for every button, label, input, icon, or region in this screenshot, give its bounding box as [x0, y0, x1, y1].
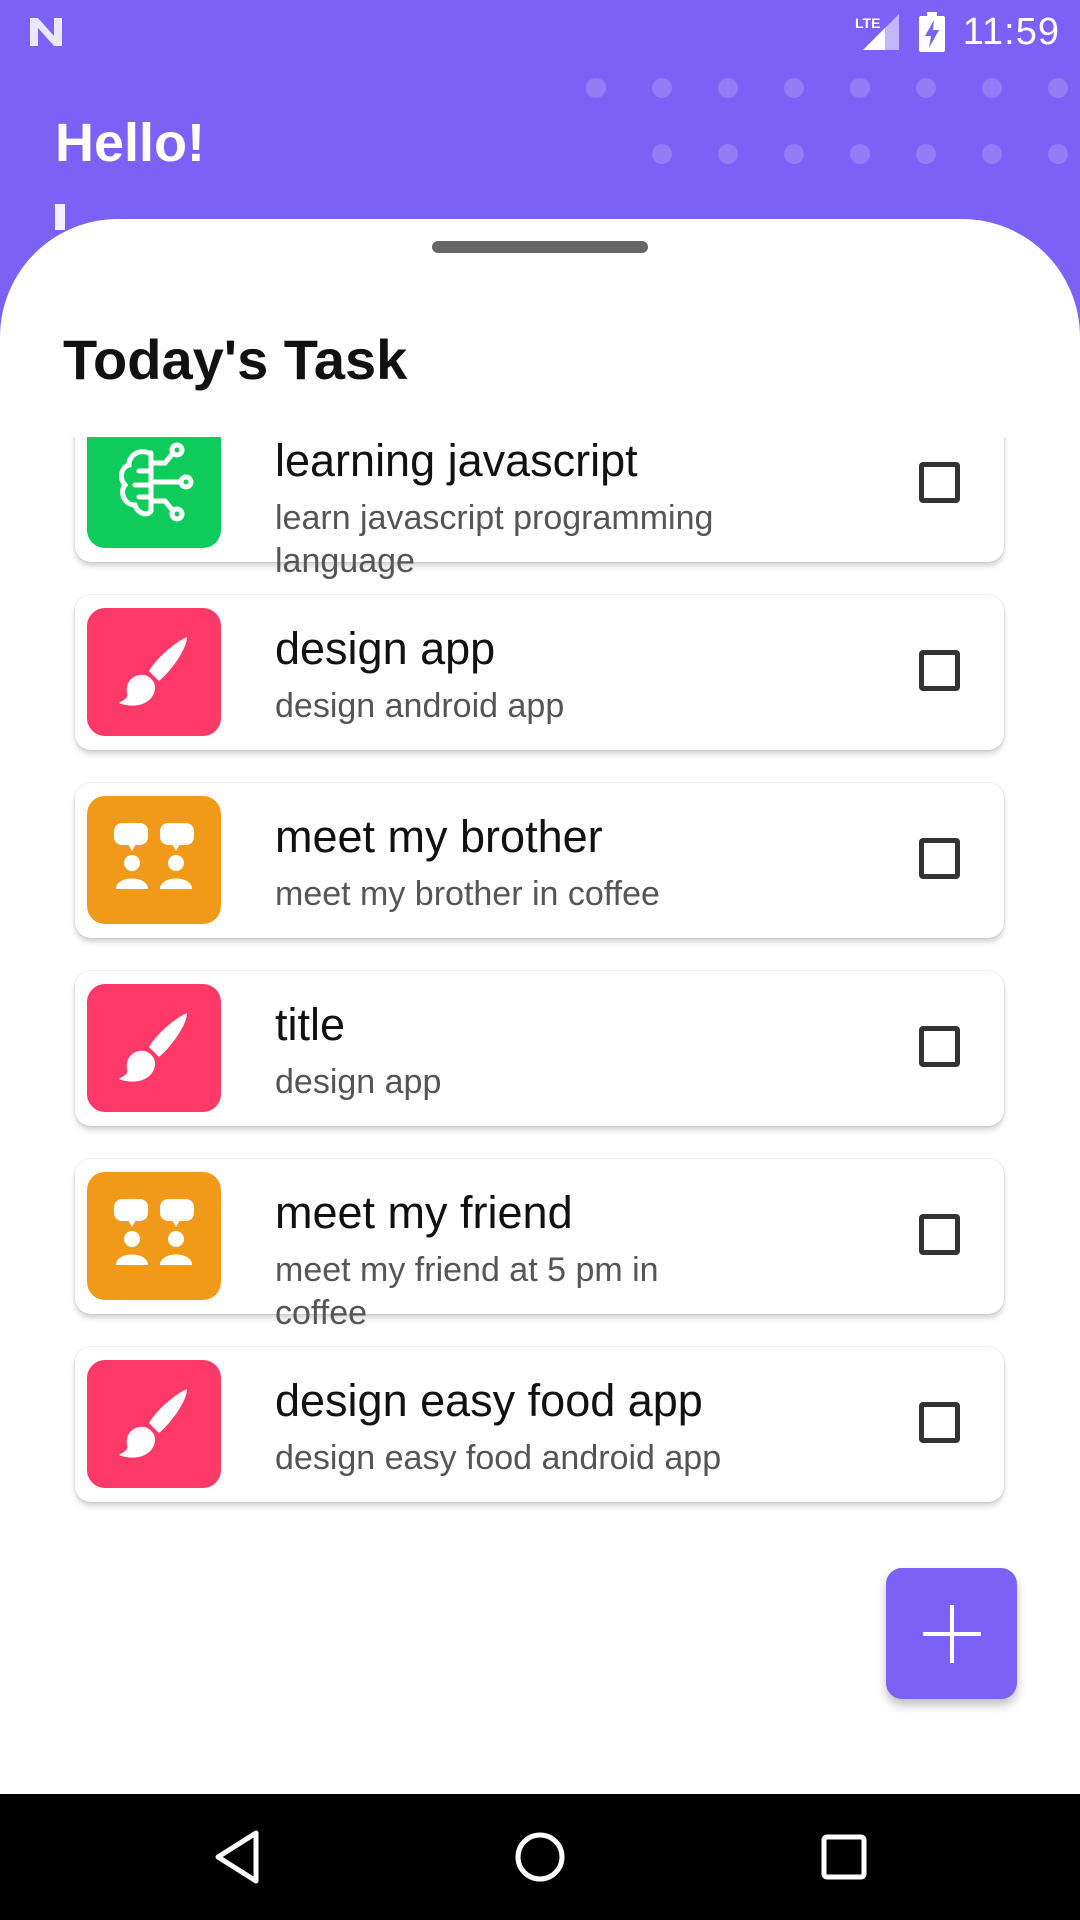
home-button[interactable] [508, 1825, 572, 1889]
task-card[interactable]: meet my brother meet my brother in coffee [75, 783, 1004, 938]
battery-charging-icon [918, 12, 945, 52]
people-chat-icon [106, 815, 202, 906]
task-checkbox[interactable] [919, 462, 960, 503]
section-title: Today's Task [63, 328, 408, 391]
task-checkbox[interactable] [919, 838, 960, 879]
task-title: learning javascript [275, 437, 638, 486]
header-dot [850, 78, 870, 98]
notification-n-icon [30, 18, 62, 46]
header-dot-pattern [586, 78, 1080, 198]
task-checkbox[interactable] [919, 1402, 960, 1443]
system-nav-bar [0, 1794, 1080, 1920]
task-title: meet my brother [275, 811, 603, 862]
task-card[interactable]: design app design android app [75, 595, 1004, 750]
brain-circuit-icon [111, 439, 197, 530]
task-icon-tile [87, 984, 221, 1112]
plus-icon [922, 1604, 981, 1663]
back-icon [215, 1830, 259, 1884]
back-button[interactable] [205, 1825, 269, 1889]
header-dot [718, 78, 738, 98]
task-icon-tile [87, 1172, 221, 1300]
task-description: learn javascript programming language [275, 499, 714, 580]
header-dot [784, 144, 804, 164]
home-icon [515, 1832, 565, 1882]
people-chat-icon [106, 1191, 202, 1282]
header-dot [718, 144, 738, 164]
paint-brush-icon [111, 627, 197, 718]
task-description: design easy food android app [275, 1439, 722, 1477]
task-title: title [275, 999, 346, 1050]
header-dot [652, 78, 672, 98]
status-bar: LTE 11:59 [0, 0, 1080, 64]
task-card[interactable]: title design app [75, 971, 1004, 1126]
task-sheet: Today's Task learning javascript learn ja… [0, 219, 1080, 1794]
lte-signal-icon: LTE [855, 14, 899, 50]
task-checkbox[interactable] [919, 1026, 960, 1067]
greeting-subtext-partial [55, 204, 65, 230]
task-icon-tile [87, 437, 221, 548]
header-dot [1048, 144, 1068, 164]
header-dot [982, 144, 1002, 164]
header-dot [784, 78, 804, 98]
task-icon-tile [87, 608, 221, 736]
header-dot [850, 144, 870, 164]
status-time: 11:59 [962, 10, 1060, 53]
task-description: design app [275, 1063, 442, 1101]
task-title: meet my friend [275, 1187, 573, 1238]
network-label: LTE [855, 15, 880, 31]
recents-icon [821, 1834, 867, 1880]
task-icon-tile [87, 796, 221, 924]
header-dot [1048, 78, 1068, 98]
task-description: meet my friend at 5 pm in coffee [275, 1251, 659, 1332]
header-dot [982, 78, 1002, 98]
greeting-text: Hello! [55, 113, 206, 173]
task-card[interactable]: meet my friend meet my friend at 5 pm in … [75, 1159, 1004, 1332]
header-dot [652, 144, 672, 164]
header-dot [916, 144, 936, 164]
task-card[interactable]: design easy food app design easy food and… [75, 1347, 1004, 1502]
header-dot [586, 78, 606, 98]
task-card[interactable]: learning javascript learn javascript prog… [75, 437, 1004, 580]
task-list[interactable]: learning javascript learn javascript prog… [0, 437, 1080, 1697]
add-task-button[interactable] [886, 1568, 1017, 1699]
recents-button[interactable] [812, 1825, 876, 1889]
task-title: design easy food app [275, 1375, 703, 1426]
header-dot [916, 78, 936, 98]
paint-brush-icon [111, 1379, 197, 1470]
task-title: design app [275, 623, 496, 674]
task-description: meet my brother in coffee [275, 875, 660, 913]
task-checkbox[interactable] [919, 650, 960, 691]
task-description: design android app [275, 687, 565, 725]
task-checkbox[interactable] [919, 1214, 960, 1255]
task-icon-tile [87, 1360, 221, 1488]
paint-brush-icon [111, 1003, 197, 1094]
sheet-drag-handle[interactable] [432, 241, 648, 253]
